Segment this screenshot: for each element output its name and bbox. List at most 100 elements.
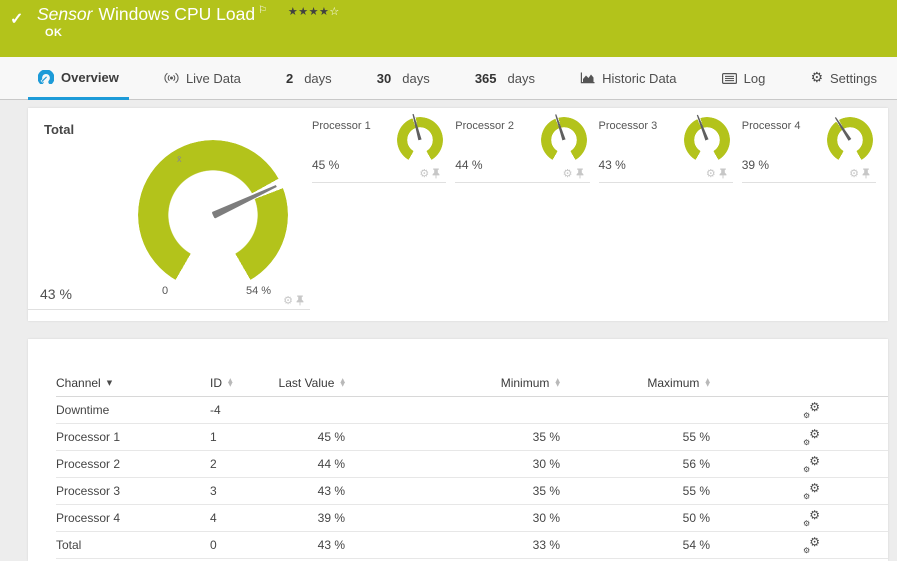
last-value: 44 %: [317, 457, 345, 471]
channel-table: Channel ▼ ID ▲ ▼ Last Value ▲ ▼ Minimum ▲ ▼…: [56, 369, 888, 559]
channel-id: 1: [210, 430, 217, 444]
total-gauge-cell: Total x̄ 43 % 0 54 % ⚙: [28, 108, 310, 310]
gauge-settings-gear-icon[interactable]: ⚙: [419, 168, 429, 179]
tab-label: Settings: [830, 70, 877, 86]
gauge-icon: [38, 70, 54, 84]
gauge-settings-gear-icon[interactable]: ⚙: [849, 168, 859, 179]
channel-name: Processor 1: [56, 430, 121, 444]
star-empty-icon[interactable]: ☆: [329, 5, 339, 18]
channel-settings-gears-icon[interactable]: ⚙ ⚙: [803, 481, 820, 501]
channel-settings-gears-icon[interactable]: ⚙ ⚙: [803, 508, 820, 528]
gear-icon: ⚙: [810, 70, 824, 86]
page-title: Windows CPU Load: [98, 4, 256, 24]
gauge-settings-gear-icon[interactable]: ⚙: [563, 168, 573, 179]
gauge-label: Processor 2: [455, 120, 514, 132]
minimum-value: 30 %: [532, 457, 560, 471]
tab-overview[interactable]: Overview: [28, 57, 129, 100]
gauge-settings-gear-icon[interactable]: ⚙: [706, 168, 716, 179]
table-row-downtime: Downtime -4 ⚙ ⚙: [56, 397, 888, 424]
sensor-status-header: ✓ Sensor Windows CPU Load ⚐ ★★★★☆ OK: [0, 0, 897, 57]
tab-settings[interactable]: ⚙ Settings: [800, 57, 887, 99]
channel-name: Downtime: [56, 403, 110, 417]
table-row-processor-1: Processor 1 1 45 % 35 % 55 % ⚙ ⚙: [56, 424, 888, 451]
column-header-last-value[interactable]: Last Value ▲ ▼: [260, 376, 345, 390]
channel-id: 2: [210, 457, 217, 471]
sensor-title-line: Sensor Windows CPU Load ⚐ ★★★★☆: [37, 4, 340, 25]
processor-4-gauge: [827, 117, 873, 163]
channel-name: Total: [56, 538, 82, 552]
pin-icon[interactable]: [432, 168, 440, 179]
maximum-value: 55 %: [682, 430, 710, 444]
gauges-panel: Total x̄ 43 % 0 54 % ⚙ Processor 1 45 % …: [28, 108, 888, 321]
pin-icon[interactable]: [576, 168, 584, 179]
processor-1-gauge: [397, 117, 444, 163]
tab-unit: days: [402, 70, 430, 86]
channel-id: 3: [210, 484, 217, 498]
channel-settings-gears-icon[interactable]: ⚙ ⚙: [803, 427, 820, 447]
gauge-scale-max: 54 %: [246, 285, 272, 297]
minimum-value: 30 %: [532, 511, 560, 525]
processor-3-gauge: [683, 117, 730, 163]
column-header-channel[interactable]: Channel ▼: [56, 376, 210, 390]
area-chart-icon: [580, 72, 595, 84]
tab-30-days[interactable]: 30 days: [367, 57, 440, 99]
status-ok-check-icon: ✓: [10, 11, 24, 28]
last-value: 39 %: [317, 511, 345, 525]
table-row-processor-2: Processor 2 2 44 % 30 % 56 % ⚙ ⚙: [56, 451, 888, 478]
tab-number: 2: [285, 70, 294, 86]
channel-settings-gears-icon[interactable]: ⚙ ⚙: [803, 454, 820, 474]
maximum-value: 55 %: [682, 484, 710, 498]
gauge-current-value: 43 %: [598, 158, 626, 172]
gauge-current-value: 45 %: [312, 158, 340, 172]
table-row-total: Total 0 43 % 33 % 54 % ⚙ ⚙: [56, 532, 888, 559]
minimum-value: 35 %: [532, 430, 560, 444]
minimum-value: 35 %: [532, 484, 560, 498]
maximum-value: 50 %: [682, 511, 710, 525]
gauge-current-value: 39 %: [741, 158, 770, 172]
maximum-value: 56 %: [682, 457, 710, 471]
column-header-id[interactable]: ID ▲ ▼: [210, 376, 260, 390]
star-filled-icons[interactable]: ★★★★: [288, 5, 329, 18]
priority-flag-icon[interactable]: ⚐: [258, 5, 267, 16]
gauge-ring: [827, 117, 873, 163]
sort-icon: ▲ ▼: [705, 376, 710, 388]
sort-desc-icon: ▼: [106, 378, 113, 387]
channel-name: Processor 4: [56, 511, 121, 525]
table-row-processor-4: Processor 4 4 39 % 30 % 50 % ⚙ ⚙: [56, 505, 888, 532]
gauge-settings-gear-icon[interactable]: ⚙: [283, 295, 293, 306]
tab-bar: Overview Live Data 2 days 30 days 365 da…: [0, 57, 897, 100]
gauge-label: Processor 1: [312, 120, 371, 132]
channel-settings-gears-icon[interactable]: ⚙ ⚙: [803, 400, 820, 420]
tab-historic-data[interactable]: Historic Data: [570, 57, 686, 99]
gauge-label-total: Total: [44, 122, 75, 137]
gauge-label: Processor 3: [598, 120, 658, 132]
broadcast-icon: [164, 72, 179, 84]
channel-settings-gears-icon[interactable]: ⚙ ⚙: [803, 535, 820, 555]
maximum-value: 54 %: [682, 538, 710, 552]
column-header-minimum[interactable]: Minimum ▲ ▼: [345, 376, 560, 390]
processor-2-gauge: [540, 117, 587, 163]
column-header-maximum[interactable]: Maximum ▲ ▼: [560, 376, 710, 390]
tab-2-days[interactable]: 2 days: [276, 57, 342, 99]
channel-name: Processor 2: [56, 457, 121, 471]
pin-icon[interactable]: [862, 168, 870, 179]
tab-log[interactable]: Log: [712, 57, 776, 99]
table-header-row: Channel ▼ ID ▲ ▼ Last Value ▲ ▼ Minimum ▲ ▼…: [56, 369, 888, 397]
mini-gauge-cell-processor-1: Processor 1 45 % ⚙: [312, 108, 447, 183]
tab-label: Overview: [61, 69, 119, 85]
gauge-current-value: 44 %: [455, 158, 483, 172]
gauge-scale-min: 0: [162, 285, 169, 297]
minimum-value: 33 %: [532, 538, 560, 552]
last-value: 43 %: [317, 484, 345, 498]
pin-icon[interactable]: [296, 295, 304, 306]
priority-stars[interactable]: ★★★★☆: [288, 5, 340, 18]
channel-id: 4: [210, 511, 217, 525]
channel-id: -4: [210, 403, 221, 417]
tab-365-days[interactable]: 365 days: [465, 57, 545, 99]
log-icon: [721, 72, 737, 84]
tab-unit: days: [304, 70, 332, 86]
mean-marker: x̄: [177, 154, 182, 164]
sort-icon: ▲ ▼: [228, 376, 233, 388]
tab-live-data[interactable]: Live Data: [154, 57, 251, 99]
pin-icon[interactable]: [719, 168, 727, 179]
